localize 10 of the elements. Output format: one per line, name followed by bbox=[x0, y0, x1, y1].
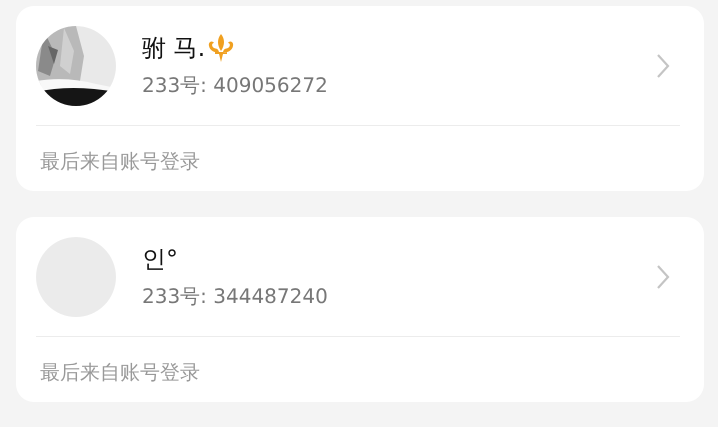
account-id: 233号: 344487240 bbox=[142, 283, 329, 310]
account-card[interactable]: 驸 马. 233号: 409056272 最后来自账号登录 bbox=[16, 6, 704, 191]
account-card[interactable]: 인° 233号: 344487240 最后来自账号登录 bbox=[16, 217, 704, 402]
account-name: 인° bbox=[142, 244, 178, 275]
account-name: 驸 马. bbox=[142, 33, 206, 64]
chevron-right-icon[interactable] bbox=[656, 264, 670, 290]
chevron-right-icon[interactable] bbox=[656, 52, 670, 78]
account-id: 233号: 409056272 bbox=[142, 72, 329, 99]
login-source: 最后来自账号登录 bbox=[40, 148, 201, 175]
login-source: 最后来自账号登录 bbox=[40, 359, 201, 386]
